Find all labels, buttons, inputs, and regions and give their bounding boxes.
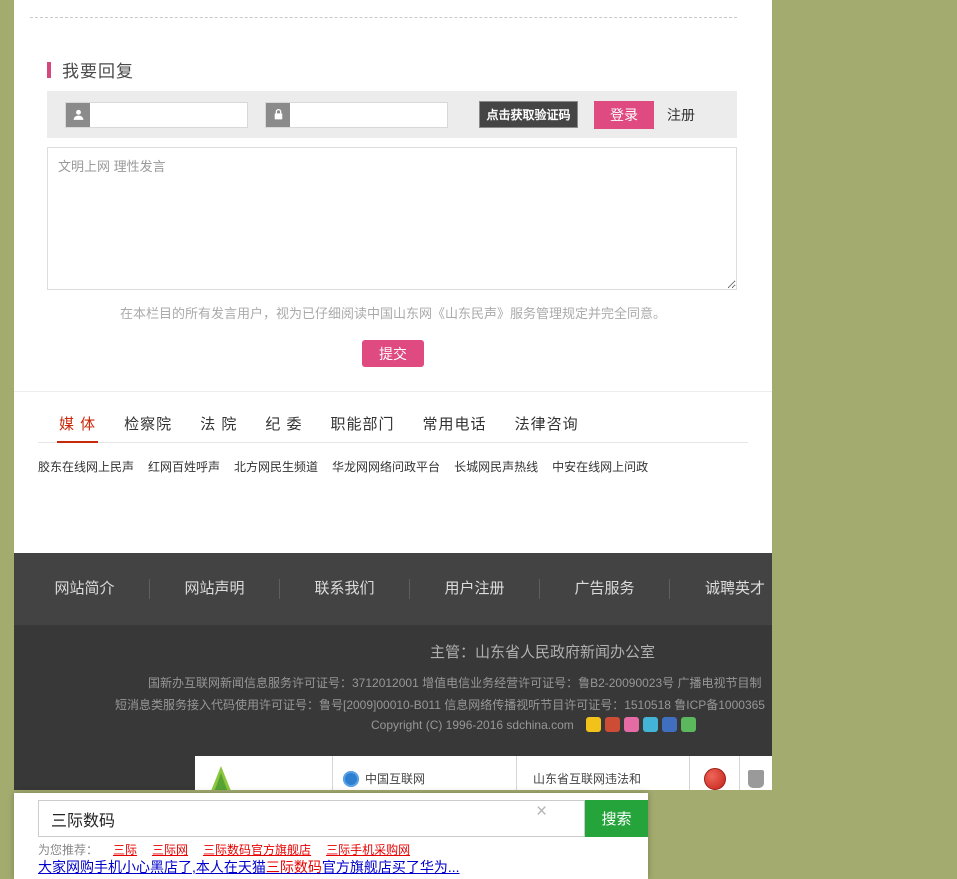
- username-input[interactable]: [90, 102, 247, 127]
- password-input[interactable]: [290, 102, 447, 127]
- captcha-button[interactable]: 点击获取验证码: [479, 101, 578, 128]
- clear-icon[interactable]: ×: [536, 800, 547, 824]
- related-link[interactable]: 北方网民生频道: [234, 458, 318, 475]
- share-icon-5[interactable]: [661, 717, 677, 732]
- supervisor-line: 主管：山东省人民政府新闻办公室: [430, 644, 656, 661]
- copyright-row: Copyright (C) 1996-2016 sdchina.com: [371, 717, 696, 732]
- search-input[interactable]: [38, 800, 585, 837]
- result-link[interactable]: 大家网购手机小心黑店了,本人在天猫三际数码官方旗舰店买了华为...: [38, 857, 460, 877]
- suggestions-row: 为您推荐： 三际 三际网 三际数码官方旗舰店 三际手机采购网: [38, 841, 410, 858]
- footer-nav-statement[interactable]: 网站声明: [184, 580, 244, 597]
- related-link[interactable]: 胶东在线网上民声: [38, 458, 134, 475]
- badge-text: 中国互联网: [365, 772, 426, 786]
- footer-nav-register[interactable]: 用户注册: [444, 580, 504, 597]
- related-link[interactable]: 中安在线网上问政: [552, 458, 648, 475]
- footer-nav-ads[interactable]: 广告服务: [574, 580, 634, 597]
- search-button[interactable]: 搜索: [585, 800, 648, 837]
- lock-icon: [266, 102, 290, 127]
- username-field: [65, 101, 248, 128]
- search-box: 搜索: [38, 800, 648, 837]
- tab-court[interactable]: 法 院: [198, 406, 239, 443]
- share-icon-6[interactable]: [680, 717, 696, 732]
- tab-bar: 媒 体 检察院 法 院 纪 委 职能部门 常用电话 法律咨询: [38, 406, 748, 443]
- suggestion-link[interactable]: 三际: [113, 841, 137, 858]
- submit-button[interactable]: 提交: [362, 340, 424, 367]
- result-text-post: 官方旗舰店买了华为...: [321, 859, 460, 875]
- tab-phones[interactable]: 常用电话: [421, 406, 489, 443]
- footer-nav-contact[interactable]: 联系我们: [314, 580, 374, 597]
- related-link[interactable]: 红网百姓呼声: [148, 458, 220, 475]
- shandong-report-badge[interactable]: 山东省互联网违法和: [517, 756, 690, 790]
- red-seal-badge[interactable]: [690, 756, 740, 790]
- footer-nav: 网站简介 网站声明 联系我们 用户注册 广告服务 诚聘英才: [14, 553, 772, 625]
- reply-section-title: 我要回复: [62, 62, 134, 81]
- green-leaf-badge[interactable]: [195, 756, 333, 790]
- section-divider: [14, 391, 772, 392]
- login-bar: 点击获取验证码 登录 注册: [47, 91, 737, 138]
- page-background: { "page": { "background_color": "#a3ab6e…: [0, 0, 957, 879]
- red-seal-icon: [703, 767, 726, 790]
- partial-badge[interactable]: [740, 756, 772, 790]
- related-link[interactable]: 长城网民声热线: [454, 458, 538, 475]
- suggest-label: 为您推荐：: [38, 843, 99, 857]
- certification-badges: 中国互联网 山东省互联网违法和: [195, 756, 772, 790]
- footer-nav-about[interactable]: 网站简介: [54, 580, 114, 597]
- tab-media[interactable]: 媒 体: [57, 406, 99, 443]
- result-text-pre: 大家网购手机小心黑店了,本人在天猫: [38, 859, 266, 875]
- globe-icon: [343, 770, 359, 787]
- tab-legal[interactable]: 法律咨询: [513, 406, 581, 443]
- license-line-2: 短消息类服务接入代码使用许可证号：鲁号[2009]00010-B011 信息网络…: [115, 698, 765, 712]
- share-icon-1[interactable]: [585, 717, 601, 732]
- disclaimer-text: 在本栏目的所有发言用户，视为已仔细阅读中国山东网《山东民声》服务管理规定并完全同…: [119, 306, 666, 321]
- user-icon: [66, 102, 90, 127]
- suggestion-link[interactable]: 三际网: [152, 841, 188, 858]
- share-icon-3[interactable]: [623, 717, 639, 732]
- share-icon-2[interactable]: [604, 717, 620, 732]
- badge-text: 山东省互联网违法和: [533, 772, 642, 786]
- section-accent-bar: [47, 61, 51, 78]
- copyright-text: Copyright (C) 1996-2016 sdchina.com: [371, 717, 574, 732]
- site-footer: 网站简介 网站声明 联系我们 用户注册 广告服务 诚聘英才 主管：山东省人民政府…: [14, 553, 772, 790]
- suggestion-link[interactable]: 三际手机采购网: [326, 841, 410, 858]
- password-field: [265, 101, 448, 128]
- license-line-1: 国新办互联网新闻信息服务许可证号：3712012001 增值电信业务经营许可证号…: [148, 676, 762, 690]
- comment-textarea[interactable]: [47, 147, 737, 290]
- search-overlay: 搜索 × 为您推荐： 三际 三际网 三际数码官方旗舰店 三际手机采购网 大家网购…: [14, 793, 648, 879]
- share-icon-4[interactable]: [642, 717, 658, 732]
- related-links: 胶东在线网上民声 红网百姓呼声 北方网民生频道 华龙网网络问政平台 长城网民声热…: [38, 458, 762, 475]
- green-leaf-icon: [211, 765, 231, 790]
- tab-procuratorate[interactable]: 检察院: [122, 406, 174, 443]
- dashed-divider: [30, 17, 737, 18]
- gray-shield-icon: [748, 769, 764, 788]
- tab-discipline[interactable]: 纪 委: [263, 406, 304, 443]
- result-text-highlight: 三际数码: [265, 859, 322, 875]
- related-link[interactable]: 华龙网网络问政平台: [332, 458, 440, 475]
- reply-section-header: 我要回复: [47, 57, 134, 82]
- tab-departments[interactable]: 职能部门: [329, 406, 397, 443]
- footer-nav-jobs[interactable]: 诚聘英才: [705, 580, 765, 597]
- china-internet-badge[interactable]: 中国互联网: [333, 756, 517, 790]
- suggestion-link[interactable]: 三际数码官方旗舰店: [203, 841, 311, 858]
- register-link[interactable]: 注册: [667, 105, 695, 125]
- login-button[interactable]: 登录: [594, 100, 654, 129]
- submit-row: 提交: [14, 340, 772, 367]
